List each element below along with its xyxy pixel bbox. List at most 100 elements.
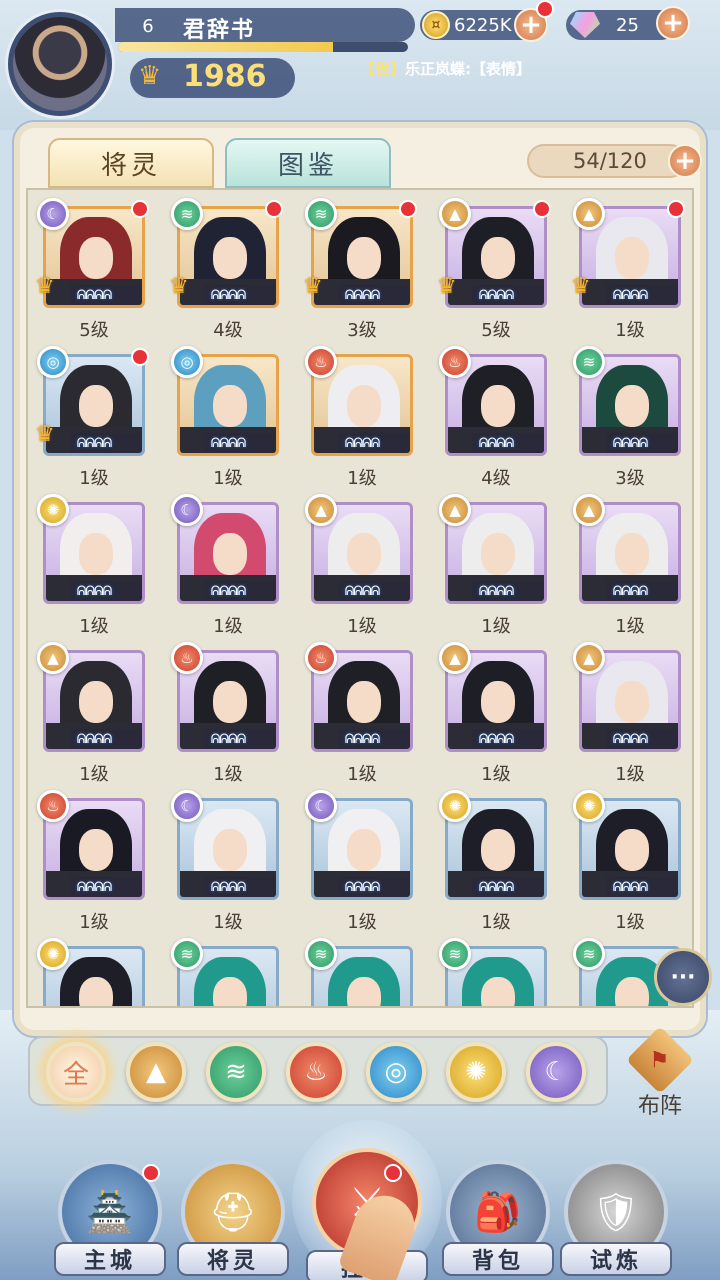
rarity-icon: ᕱᕱᕱᕱ xyxy=(612,880,649,895)
crown-icon: ♛ xyxy=(169,274,189,299)
hero-level: 1级 xyxy=(481,764,511,785)
crown-icon: ♛ xyxy=(138,61,162,91)
earth-element-icon: ▲ xyxy=(573,642,605,674)
wave-icon: ◎ xyxy=(384,1057,408,1087)
nav-trial[interactable]: 🛡 试炼 xyxy=(556,1160,676,1280)
light-element-icon: ✺ xyxy=(37,938,69,970)
hero-level: 1级 xyxy=(347,616,377,637)
light-element-icon: ✺ xyxy=(439,790,471,822)
filter-water-button[interactable]: ◎ xyxy=(366,1042,426,1102)
player-name: 君辞书 xyxy=(183,18,256,43)
hero-level: 3级 xyxy=(347,320,377,341)
wind-element-icon: ≋ xyxy=(305,198,337,230)
hero-face xyxy=(615,977,649,1006)
light-element-icon: ✺ xyxy=(37,494,69,526)
hero-face xyxy=(79,681,113,723)
fire-element-icon: ♨ xyxy=(439,346,471,378)
hero-face xyxy=(481,681,515,723)
sun-icon: ✺ xyxy=(465,1057,487,1087)
gold-red-dot xyxy=(536,0,554,18)
add-gem-button[interactable]: + xyxy=(656,6,690,40)
hero-grid[interactable]: ᕱᕱᕱᕱ ☾ ♛ 5级 ᕱᕱᕱᕱ ≋ ♛ 4级 ᕱᕱᕱᕱ ≋ ♛ 3级 ᕱᕱᕱᕱ ▲ ♛ 5级 ᕱᕱᕱᕱ ▲ ♛ 1级… xyxy=(26,188,694,1008)
fire-element-icon: ♨ xyxy=(305,346,337,378)
filter-earth-button[interactable]: ▲ xyxy=(126,1042,186,1102)
hero-level: 1级 xyxy=(481,616,511,637)
fire-element-icon: ♨ xyxy=(37,790,69,822)
coin-icon: ¤ xyxy=(422,11,450,39)
rarity-icon: ᕱᕱᕱᕱ xyxy=(210,436,247,451)
hero-level: 4级 xyxy=(213,320,243,341)
xp-fill xyxy=(118,42,333,52)
fire-element-icon: ♨ xyxy=(171,642,203,674)
nav-bag[interactable]: 🎒 背包 xyxy=(438,1160,558,1280)
fire-element-icon: ♨ xyxy=(305,642,337,674)
hero-red-dot xyxy=(131,200,149,218)
hero-face xyxy=(79,977,113,1006)
earth-element-icon: ▲ xyxy=(573,198,605,230)
filter-wind-button[interactable]: ≋ xyxy=(206,1042,266,1102)
tab-codex[interactable]: 图鉴 xyxy=(225,138,391,188)
expand-capacity-button[interactable]: + xyxy=(668,144,702,178)
wind-element-icon: ≋ xyxy=(171,198,203,230)
hero-level: 1级 xyxy=(615,616,645,637)
hero-level: 1级 xyxy=(347,764,377,785)
hero-level: 1级 xyxy=(481,912,511,933)
water-element-icon: ◎ xyxy=(37,346,69,378)
chat-channel: 【世】 xyxy=(360,60,406,78)
flame-icon: ♨ xyxy=(304,1057,328,1087)
rarity-icon: ᕱᕱᕱᕱ xyxy=(210,880,247,895)
nav-label-main-city: 主城 xyxy=(54,1242,166,1276)
dark-element-icon: ☾ xyxy=(305,790,337,822)
hero-face xyxy=(79,829,113,871)
filter-light-button[interactable]: ✺ xyxy=(446,1042,506,1102)
dark-element-icon: ☾ xyxy=(171,494,203,526)
rarity-icon: ᕱᕱᕱᕱ xyxy=(612,732,649,747)
formation-label: 布阵 xyxy=(637,1094,682,1119)
hero-face xyxy=(481,977,515,1006)
light-element-icon: ✺ xyxy=(573,790,605,822)
flag-icon: ⚑ xyxy=(626,1026,694,1094)
rarity-icon: ᕱᕱᕱᕱ xyxy=(344,584,381,599)
crown-icon: ♛ xyxy=(437,274,457,299)
nav-heroes[interactable]: ⛑ 将灵 xyxy=(173,1160,293,1280)
rarity-icon: ᕱᕱᕱᕱ xyxy=(210,732,247,747)
earth-element-icon: ▲ xyxy=(439,642,471,674)
hero-level: 1级 xyxy=(213,912,243,933)
wind-element-icon: ≋ xyxy=(573,346,605,378)
hero-face xyxy=(481,385,515,427)
hero-level: 1级 xyxy=(213,616,243,637)
rarity-icon: ᕱᕱᕱᕱ xyxy=(76,732,113,747)
hero-level: 1级 xyxy=(79,912,109,933)
rarity-icon: ᕱᕱᕱᕱ xyxy=(612,584,649,599)
tab-heroes[interactable]: 将灵 xyxy=(48,138,214,188)
hero-level: 3级 xyxy=(615,468,645,489)
rarity-icon: ᕱᕱᕱᕱ xyxy=(210,584,247,599)
hero-red-dot xyxy=(131,348,149,366)
wind-element-icon: ≋ xyxy=(439,938,471,970)
hero-red-dot xyxy=(667,200,685,218)
filter-dark-button[interactable]: ☾ xyxy=(526,1042,586,1102)
chat-bubble-icon[interactable]: ··· xyxy=(654,948,712,1006)
hero-face xyxy=(79,237,113,279)
hero-level: 1级 xyxy=(79,468,109,489)
dark-element-icon: ☾ xyxy=(37,198,69,230)
hero-face xyxy=(615,533,649,575)
filter-fire-button[interactable]: ♨ xyxy=(286,1042,346,1102)
world-chat[interactable]: 【世】乐正岚蝶:【表情】 xyxy=(360,58,531,79)
hero-face xyxy=(615,385,649,427)
crown-icon: ♛ xyxy=(303,274,323,299)
hero-capacity: 54/120 xyxy=(527,144,687,178)
player-avatar[interactable] xyxy=(8,12,112,116)
formation-button[interactable]: ⚑ 布阵 xyxy=(622,1026,698,1120)
filter-all-button[interactable]: 全 xyxy=(46,1042,106,1102)
crown-icon: ♛ xyxy=(35,274,55,299)
nav-main-city[interactable]: 🏯 主城 xyxy=(50,1160,170,1280)
rarity-icon: ᕱᕱᕱᕱ xyxy=(344,436,381,451)
rarity-icon: ᕱᕱᕱᕱ xyxy=(612,436,649,451)
water-element-icon: ◎ xyxy=(171,346,203,378)
hero-face xyxy=(79,385,113,427)
hero-red-dot xyxy=(265,200,283,218)
mountain-icon: ▲ xyxy=(146,1057,166,1087)
hero-face xyxy=(213,237,247,279)
player-level: 6 xyxy=(142,16,154,37)
